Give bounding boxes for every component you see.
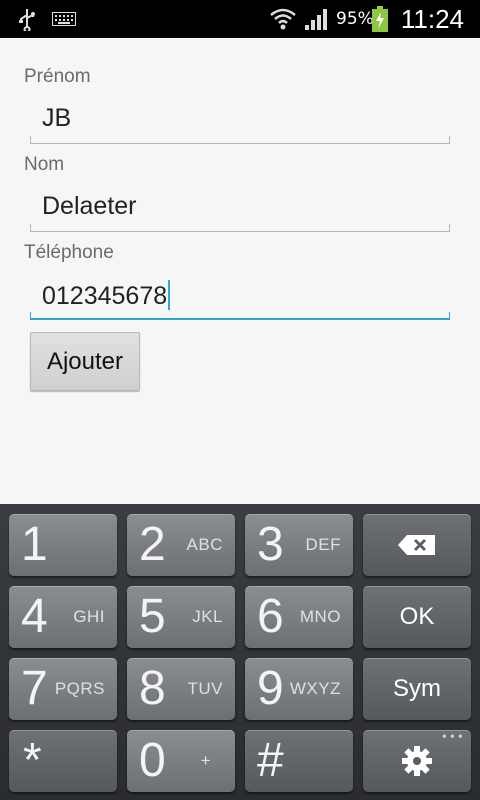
first-name-field[interactable]: JB: [30, 98, 450, 144]
last-name-label: Nom: [24, 154, 65, 175]
backspace-icon: [363, 514, 471, 576]
key-7-letters: PQRS: [54, 679, 105, 698]
key-1-digit: 1: [21, 518, 48, 571]
last-name-field[interactable]: Delaeter: [30, 186, 450, 232]
ok-label: OK: [399, 603, 435, 630]
key-5[interactable]: 5 JKL: [127, 586, 235, 648]
contact-form: Prénom JB Nom Delaeter Téléphone 0123456…: [0, 38, 480, 504]
clock: 11:24: [400, 4, 464, 34]
last-name-value: Delaeter: [42, 192, 137, 220]
phone-label: Téléphone: [24, 242, 114, 263]
key-7-digit: 7: [21, 662, 48, 715]
key-4-digit: 4: [21, 590, 48, 643]
first-name-underline: [30, 136, 450, 144]
key-5-letters: JKL: [192, 607, 223, 626]
battery-percent: 95%: [336, 9, 374, 29]
key-6-digit: 6: [257, 590, 284, 643]
status-bar: 95% 11:24: [0, 0, 480, 38]
key-5-digit: 5: [139, 590, 166, 643]
key-2-digit: 2: [139, 518, 166, 571]
key-8-letters: TUV: [187, 679, 223, 698]
backspace-key[interactable]: [363, 514, 471, 576]
key-0-plus: +: [200, 751, 211, 770]
phone-field[interactable]: 012345678: [30, 274, 450, 320]
key-3-letters: DEF: [305, 535, 341, 554]
key-3[interactable]: 3 DEF: [245, 514, 353, 576]
key-6[interactable]: 6 MNO: [245, 586, 353, 648]
signal-icon: [304, 0, 330, 38]
battery-charging-icon: [372, 0, 388, 38]
key-8[interactable]: 8 TUV: [127, 658, 235, 720]
key-2[interactable]: 2 ABC: [127, 514, 235, 576]
key-1[interactable]: 1: [9, 514, 117, 576]
add-button[interactable]: Ajouter: [30, 332, 140, 391]
key-6-letters: MNO: [299, 607, 341, 626]
first-name-value: JB: [42, 104, 72, 132]
gear-icon: [363, 730, 471, 792]
key-hash[interactable]: #: [245, 730, 353, 792]
wifi-icon: [268, 0, 298, 38]
text-cursor: [168, 280, 171, 310]
key-hash-symbol: #: [257, 734, 284, 787]
first-name-label: Prénom: [24, 66, 91, 87]
phone-underline: [30, 312, 450, 320]
phone-value: 012345678: [42, 282, 168, 310]
key-4[interactable]: 4 GHI: [9, 586, 117, 648]
usb-icon: [16, 0, 38, 38]
key-2-letters: ABC: [186, 535, 223, 554]
key-9-digit: 9: [257, 662, 284, 715]
key-8-digit: 8: [139, 662, 166, 715]
key-9-letters: WXYZ: [289, 679, 341, 698]
key-4-letters: GHI: [73, 607, 105, 626]
key-star-symbol: *: [23, 734, 42, 787]
sym-label: Sym: [393, 675, 441, 702]
last-name-underline: [30, 224, 450, 232]
ok-key[interactable]: OK: [363, 586, 471, 648]
key-0-digit: 0: [139, 734, 166, 787]
key-3-digit: 3: [257, 518, 284, 571]
settings-key[interactable]: •••: [363, 730, 471, 792]
key-star[interactable]: *: [9, 730, 117, 792]
key-9[interactable]: 9 WXYZ: [245, 658, 353, 720]
keyboard-icon: [52, 0, 76, 38]
phone-value-wrap: 012345678: [42, 280, 171, 311]
sym-key[interactable]: Sym: [363, 658, 471, 720]
key-0[interactable]: 0 +: [127, 730, 235, 792]
numeric-keypad: 1 2 ABC 3 DEF 4 GHI 5 JKL 6 MNO OK 7 PQR…: [0, 504, 480, 800]
key-7[interactable]: 7 PQRS: [9, 658, 117, 720]
